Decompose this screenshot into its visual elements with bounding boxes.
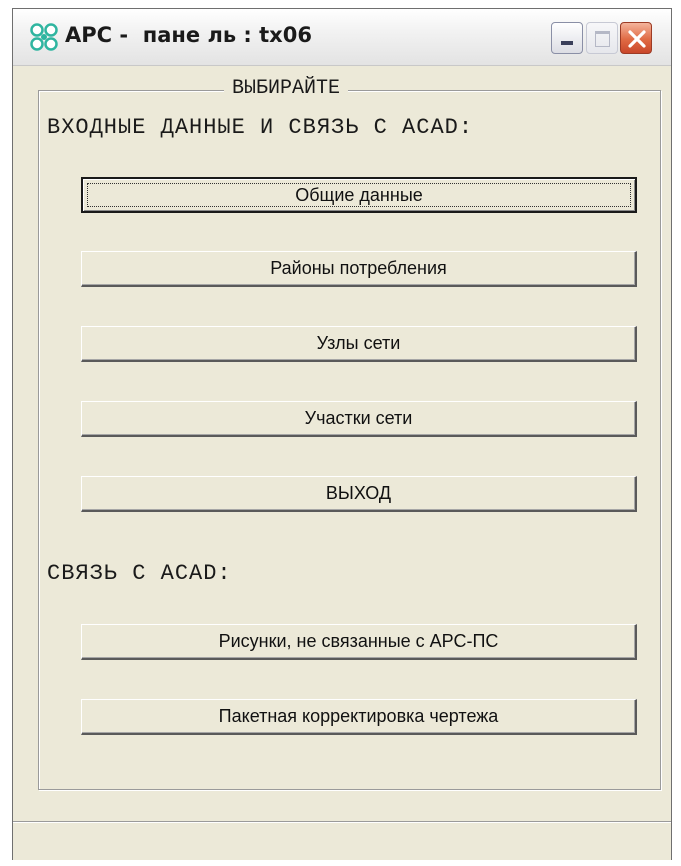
consumption-areas-button[interactable]: Районы потребления <box>81 251 637 287</box>
exit-button-label: ВЫХОД <box>325 483 392 503</box>
consumption-areas-button-label: Районы потребления <box>270 258 447 278</box>
batch-drawing-correction-button[interactable]: Пакетная корректировка чертежа <box>81 699 637 735</box>
close-icon <box>628 30 646 48</box>
acad-link-section-label: СВЯЗЬ С ACAD: <box>47 561 232 586</box>
network-nodes-button[interactable]: Узлы сети <box>81 326 637 362</box>
maximize-icon <box>595 31 610 47</box>
minimize-button[interactable] <box>551 22 583 54</box>
window-title: APC - пане ль : tx06 <box>65 23 312 47</box>
minimize-icon <box>561 41 573 45</box>
application-window: APC - пане ль : tx06 ВЫБИРАЙТЕ ВХОДНЫЕ Д… <box>12 8 672 860</box>
network-sections-button-label: Участки сети <box>304 408 413 428</box>
status-bar <box>13 821 671 860</box>
network-nodes-button-label: Узлы сети <box>316 333 401 353</box>
unlinked-drawings-button[interactable]: Рисунки, не связанные с АРС-ПС <box>81 624 637 660</box>
input-data-section-label: ВХОДНЫЕ ДАННЫЕ И СВЯЗЬ С ACAD: <box>47 115 474 140</box>
close-button[interactable] <box>620 22 652 54</box>
general-data-button[interactable]: Общие данные <box>81 177 637 213</box>
app-icon[interactable] <box>29 23 59 51</box>
exit-button[interactable]: ВЫХОД <box>81 476 637 512</box>
title-bar[interactable]: APC - пане ль : tx06 <box>13 9 671 66</box>
batch-drawing-correction-button-label: Пакетная корректировка чертежа <box>218 706 499 726</box>
general-data-button-label: Общие данные <box>295 185 423 205</box>
unlinked-drawings-button-label: Рисунки, не связанные с АРС-ПС <box>218 631 499 651</box>
groupbox-legend: ВЫБИРАЙТЕ <box>224 78 349 100</box>
network-sections-button[interactable]: Участки сети <box>81 401 637 437</box>
maximize-button[interactable] <box>586 22 618 54</box>
